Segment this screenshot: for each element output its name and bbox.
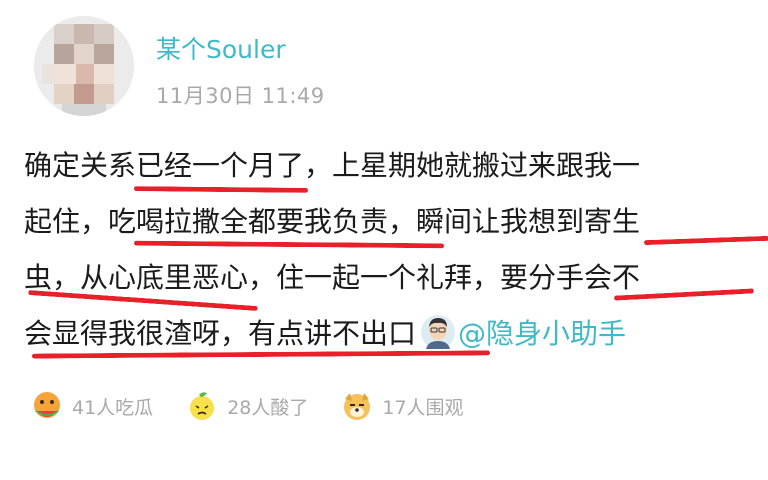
reaction-eat-melon[interactable]: 41人吃瓜 — [30, 389, 153, 423]
sour-lemon-icon — [190, 392, 215, 420]
post-text: 会显得我很渣呀，有点讲不出口 — [24, 317, 417, 350]
post-body: 确定关系已经一个月了，上星期她就搬过来跟我一 起住，吃喝拉撒全都要我负责，瞬间让… — [24, 138, 768, 362]
highlight-underline — [643, 235, 768, 246]
reaction-label: 17人围观 — [382, 396, 464, 419]
post-text: 起住，吃喝拉撒全都要我负责，瞬间让我想到寄生 — [24, 205, 641, 238]
highlight-underline — [133, 186, 309, 193]
highlight-underline — [31, 350, 491, 359]
reaction-watch[interactable]: 17人围观 — [340, 389, 464, 423]
post-timestamp: 11月30日 11:49 — [156, 84, 325, 108]
post-text: 虫，从心底里恶心，住一起一个礼拜，要分手会不 — [24, 261, 641, 294]
dog-face-icon — [344, 393, 371, 420]
hamster-eating-melon-icon — [34, 392, 60, 418]
reaction-sour[interactable]: 28人酸了 — [185, 389, 308, 423]
highlight-underline — [133, 240, 445, 249]
post-text: 确定关系已经一个月了，上星期她就搬过来跟我一 — [24, 149, 641, 182]
reaction-label: 41人吃瓜 — [72, 396, 154, 419]
mention-link[interactable]: @隐身小助手 — [458, 317, 626, 350]
post-text-line: 确定关系已经一个月了，上星期她就搬过来跟我一 — [24, 138, 754, 194]
post-card: 某个Souler 11月30日 11:49 确定关系已经一个月了，上星期她就搬过… — [0, 0, 768, 440]
pixelated-avatar-image — [34, 16, 134, 116]
username[interactable]: 某个Souler — [156, 30, 286, 66]
cartoon-man-icon — [421, 315, 456, 349]
user-avatar[interactable] — [34, 16, 134, 116]
reaction-label: 28人酸了 — [227, 396, 309, 419]
post-text-line: 虫，从心底里恶心，住一起一个礼拜，要分手会不 — [24, 250, 755, 312]
post-text-line: 会显得我很渣呀，有点讲不出口 @隐身小助手 — [24, 306, 754, 362]
post-text-line: 起住，吃喝拉撒全都要我负责，瞬间让我想到寄生 — [24, 194, 768, 250]
reaction-bar: 41人吃瓜 28人酸了 17人围观 — [30, 386, 496, 426]
